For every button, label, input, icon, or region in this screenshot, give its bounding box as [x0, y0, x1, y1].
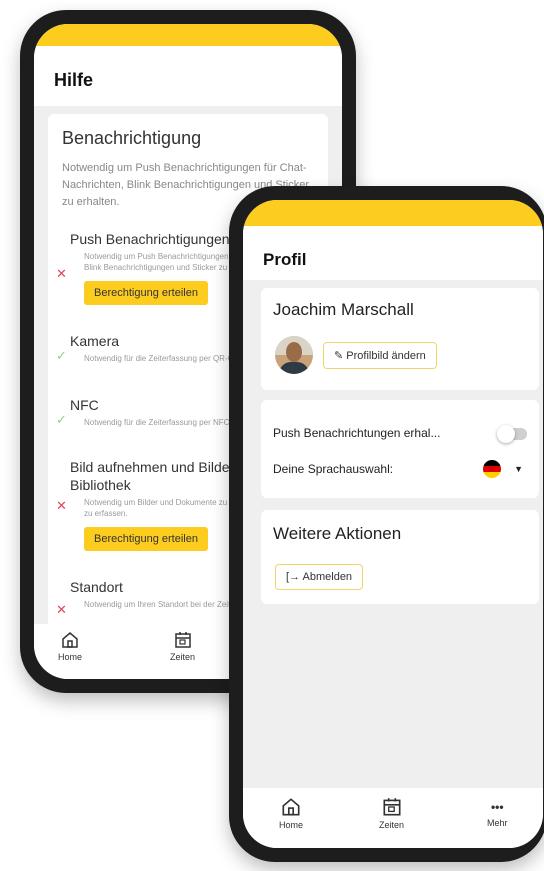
push-label: Push Benachrichtungen erhal...: [273, 426, 441, 440]
status-bar: [34, 24, 342, 46]
toggle-knob: [497, 425, 515, 443]
nav-more[interactable]: ••• Mehr: [487, 800, 508, 828]
profile-screen: Profil Joachim Marschall ✎ Profilbild än…: [243, 200, 543, 848]
logout-button[interactable]: [→ Abmelden: [275, 564, 364, 590]
check-icon: ✓: [56, 412, 67, 427]
user-card: Joachim Marschall ✎ Profilbild ändern: [261, 288, 539, 390]
more-dots-icon: •••: [490, 800, 504, 814]
check-icon: ✓: [56, 348, 67, 363]
nav-label: Zeiten: [379, 820, 405, 830]
grant-permission-button[interactable]: Berechtigung erteilen: [84, 527, 208, 551]
nav-label: Home: [279, 820, 304, 830]
calendar-icon: [174, 632, 191, 648]
pencil-icon: ✎: [334, 350, 344, 362]
actions-card: Weitere Aktionen [→ Abmelden: [261, 510, 539, 604]
denied-icon: ✕: [56, 266, 67, 281]
logout-label: Abmelden: [302, 571, 353, 583]
nav-times[interactable]: Zeiten: [379, 796, 404, 830]
push-toggle[interactable]: [497, 425, 527, 443]
denied-icon: ✕: [56, 602, 67, 617]
bottom-navigation: Home Zeiten ••• Mehr: [243, 788, 543, 848]
home-icon: [282, 798, 300, 816]
user-name: Joachim Marschall: [273, 300, 414, 319]
calendar-icon: [382, 798, 401, 816]
german-flag-icon: [483, 460, 501, 478]
actions-title: Weitere Aktionen: [273, 524, 402, 543]
change-picture-label: Profilbild ändern: [346, 350, 426, 362]
section-title: Benachrichtigung: [62, 128, 202, 148]
home-icon: [62, 632, 78, 648]
nav-home[interactable]: Home: [58, 630, 82, 662]
page-title: Hilfe: [34, 46, 342, 106]
language-label: Deine Sprachauswahl:: [273, 462, 394, 476]
logout-icon: [→: [286, 571, 301, 583]
status-bar: [243, 200, 543, 226]
nav-label: Home: [58, 652, 83, 662]
language-select[interactable]: ▼: [479, 458, 527, 480]
nav-home[interactable]: Home: [279, 796, 303, 830]
avatar[interactable]: [275, 336, 313, 374]
nav-label: Mehr: [487, 818, 508, 828]
caret-down-icon: ▼: [514, 464, 523, 474]
grant-permission-button[interactable]: Berechtigung erteilen: [84, 281, 208, 305]
nav-label: Zeiten: [170, 652, 196, 662]
phone-profile: Profil Joachim Marschall ✎ Profilbild än…: [229, 186, 544, 862]
denied-icon: ✕: [56, 498, 67, 513]
change-picture-button[interactable]: ✎ Profilbild ändern: [323, 342, 437, 369]
page-title: Profil: [243, 226, 543, 280]
nav-times[interactable]: Zeiten: [170, 630, 195, 662]
settings-card: Push Benachrichtungen erhal... Deine Spr…: [261, 400, 539, 498]
